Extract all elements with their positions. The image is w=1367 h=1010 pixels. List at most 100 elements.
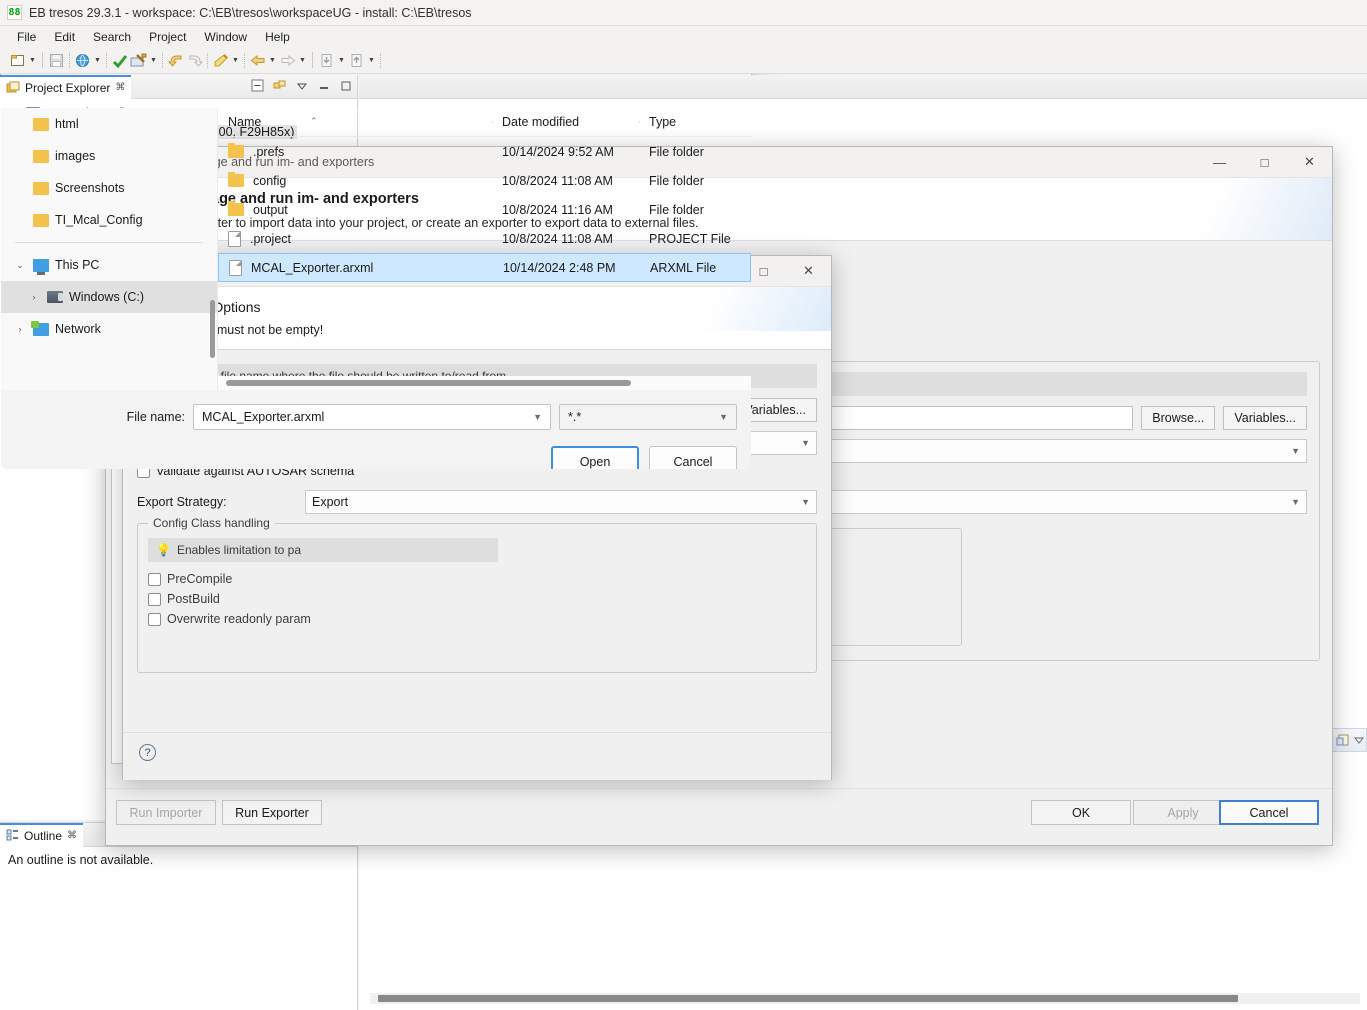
menu-item-search[interactable]: Search: [84, 28, 140, 46]
sidebar-item-windows-c[interactable]: › Windows (C:): [1, 281, 217, 313]
run-importer-button[interactable]: Run Importer: [116, 800, 216, 825]
new-icon[interactable]: [8, 51, 27, 70]
table-row[interactable]: config 10/8/2024 11:08 AM File folder: [218, 166, 751, 195]
precompile-row[interactable]: PreCompile: [148, 572, 806, 586]
sidebar-item-images[interactable]: images: [1, 140, 217, 172]
menu-item-edit[interactable]: Edit: [45, 28, 84, 46]
export-strategy-select[interactable]: Export ▼: [305, 490, 817, 514]
generate-dropdown-icon[interactable]: ▼: [148, 51, 159, 70]
close-icon[interactable]: ⌘: [115, 82, 125, 93]
highlight-dropdown-icon[interactable]: ▼: [230, 51, 241, 70]
postbuild-checkbox[interactable]: [148, 593, 161, 606]
precompile-checkbox[interactable]: [148, 573, 161, 586]
undo-icon[interactable]: [166, 51, 185, 70]
maximize-icon[interactable]: [338, 78, 353, 93]
chevron-down-icon[interactable]: ⌄: [13, 260, 27, 271]
maximize-button[interactable]: □: [1242, 147, 1287, 178]
sidebar-item-html[interactable]: html: [1, 108, 217, 140]
help-icon[interactable]: ?: [139, 744, 156, 761]
save-icon[interactable]: [47, 51, 66, 70]
properties-view-icon[interactable]: [1336, 734, 1350, 747]
folder-icon: [33, 118, 49, 131]
apply-button[interactable]: Apply: [1133, 800, 1233, 825]
chevron-down-icon[interactable]: ▼: [533, 412, 542, 422]
generate-icon[interactable]: [129, 51, 148, 70]
collapse-all-icon[interactable]: [250, 78, 265, 93]
postbuild-label: PostBuild: [167, 592, 220, 606]
cancel-button[interactable]: Cancel: [649, 446, 737, 470]
close-button[interactable]: ✕: [1287, 147, 1332, 178]
forward-dropdown-icon[interactable]: ▼: [297, 51, 308, 70]
column-header-type[interactable]: Type: [639, 115, 739, 129]
postbuild-row[interactable]: PostBuild: [148, 592, 806, 606]
file-date-cell: 10/14/2024 9:52 AM: [492, 145, 639, 159]
sidebar-scrollbar[interactable]: [210, 300, 215, 358]
chevron-right-icon[interactable]: ›: [13, 324, 27, 334]
tab-outline-label: Outline: [24, 829, 62, 843]
right-mini-panel[interactable]: [1332, 728, 1367, 752]
sidebar-item-label: Windows (C:): [69, 290, 144, 304]
editor-horizontal-scrollbar[interactable]: [370, 993, 1360, 1004]
globe-icon[interactable]: [73, 51, 92, 70]
menu-item-file[interactable]: File: [8, 28, 45, 46]
close-icon[interactable]: ⌘: [67, 830, 77, 841]
export-icon[interactable]: [347, 51, 366, 70]
sidebar-item-this-pc[interactable]: ⌄ This PC: [1, 249, 217, 281]
validate-icon[interactable]: [110, 51, 129, 70]
toolbar-separator-2: [312, 52, 313, 68]
config-class-group: Config Class handling 💡 Enables limitati…: [137, 523, 817, 673]
folder-icon: [228, 203, 244, 216]
menu-item-help[interactable]: Help: [256, 28, 299, 46]
chevron-right-icon[interactable]: ›: [27, 292, 41, 302]
file-type-filter-combo[interactable]: *.* ▼: [559, 404, 737, 430]
highlight-icon[interactable]: [211, 51, 230, 70]
bulb-icon: 💡: [156, 543, 171, 557]
import-icon[interactable]: [317, 51, 336, 70]
file-picker-sidebar: html images Screenshots TI_Mcal_Config: [1, 108, 218, 390]
menu-item-window[interactable]: Window: [195, 28, 256, 46]
overwrite-readonly-checkbox[interactable]: [148, 613, 161, 626]
sidebar-item-screenshots[interactable]: Screenshots: [1, 172, 217, 204]
new-dropdown-icon[interactable]: ▼: [27, 51, 38, 70]
scrollbar-thumb[interactable]: [226, 380, 631, 386]
sidebar-item-ti-mcal-config[interactable]: TI_Mcal_Config: [1, 204, 217, 236]
forward-nav-icon[interactable]: [278, 51, 297, 70]
table-row[interactable]: output 10/8/2024 11:16 AM File folder: [218, 195, 751, 224]
link-with-editor-icon[interactable]: [272, 78, 287, 93]
ok-button[interactable]: OK: [1031, 800, 1131, 825]
back-nav-icon[interactable]: [248, 51, 267, 70]
export-strategy-value: Export: [312, 495, 348, 509]
exporter-variables-button[interactable]: Variables...: [1223, 406, 1307, 430]
minimize-button[interactable]: —: [1197, 147, 1242, 178]
close-button[interactable]: ✕: [786, 256, 831, 287]
table-row[interactable]: .project 10/8/2024 11:08 AM PROJECT File: [218, 224, 751, 253]
menu-item-project[interactable]: Project: [140, 28, 195, 46]
export-strategy-row: Export Strategy: Export ▼: [137, 490, 817, 514]
back-dropdown-icon[interactable]: ▼: [267, 51, 278, 70]
tab-project-explorer[interactable]: Project Explorer ⌘: [0, 75, 131, 99]
table-row-selected[interactable]: MCAL_Exporter.arxml 10/14/2024 2:48 PM A…: [218, 253, 751, 282]
folder-icon: [33, 150, 49, 163]
minimize-icon[interactable]: [316, 78, 331, 93]
exporter-browse-button[interactable]: Browse...: [1141, 406, 1215, 430]
cancel-button[interactable]: Cancel: [1219, 800, 1319, 825]
run-exporter-button[interactable]: Run Exporter: [222, 800, 322, 825]
export-dropdown-icon[interactable]: ▼: [366, 51, 377, 70]
file-list-horizontal-scrollbar[interactable]: [218, 376, 751, 390]
column-header-name[interactable]: Name ⌃: [218, 115, 492, 129]
view-menu-icon[interactable]: [294, 78, 309, 93]
open-button[interactable]: Open: [551, 446, 639, 470]
file-date-cell: 10/8/2024 11:08 AM: [492, 232, 639, 246]
sidebar-item-network[interactable]: › Network: [1, 313, 217, 345]
globe-dropdown-icon[interactable]: ▼: [92, 51, 103, 70]
table-row[interactable]: .prefs 10/14/2024 9:52 AM File folder: [218, 137, 751, 166]
column-header-date[interactable]: Date modified: [492, 115, 639, 129]
redo-icon[interactable]: [185, 51, 204, 70]
chevron-down-icon[interactable]: ▼: [719, 412, 728, 422]
tab-outline[interactable]: Outline ⌘: [0, 823, 83, 847]
overwrite-readonly-row[interactable]: Overwrite readonly param: [148, 612, 806, 626]
scrollbar-thumb[interactable]: [378, 995, 1238, 1002]
file-name-combo[interactable]: MCAL_Exporter.arxml ▼: [193, 404, 551, 430]
view-menu-icon[interactable]: [1353, 734, 1366, 747]
import-dropdown-icon[interactable]: ▼: [336, 51, 347, 70]
